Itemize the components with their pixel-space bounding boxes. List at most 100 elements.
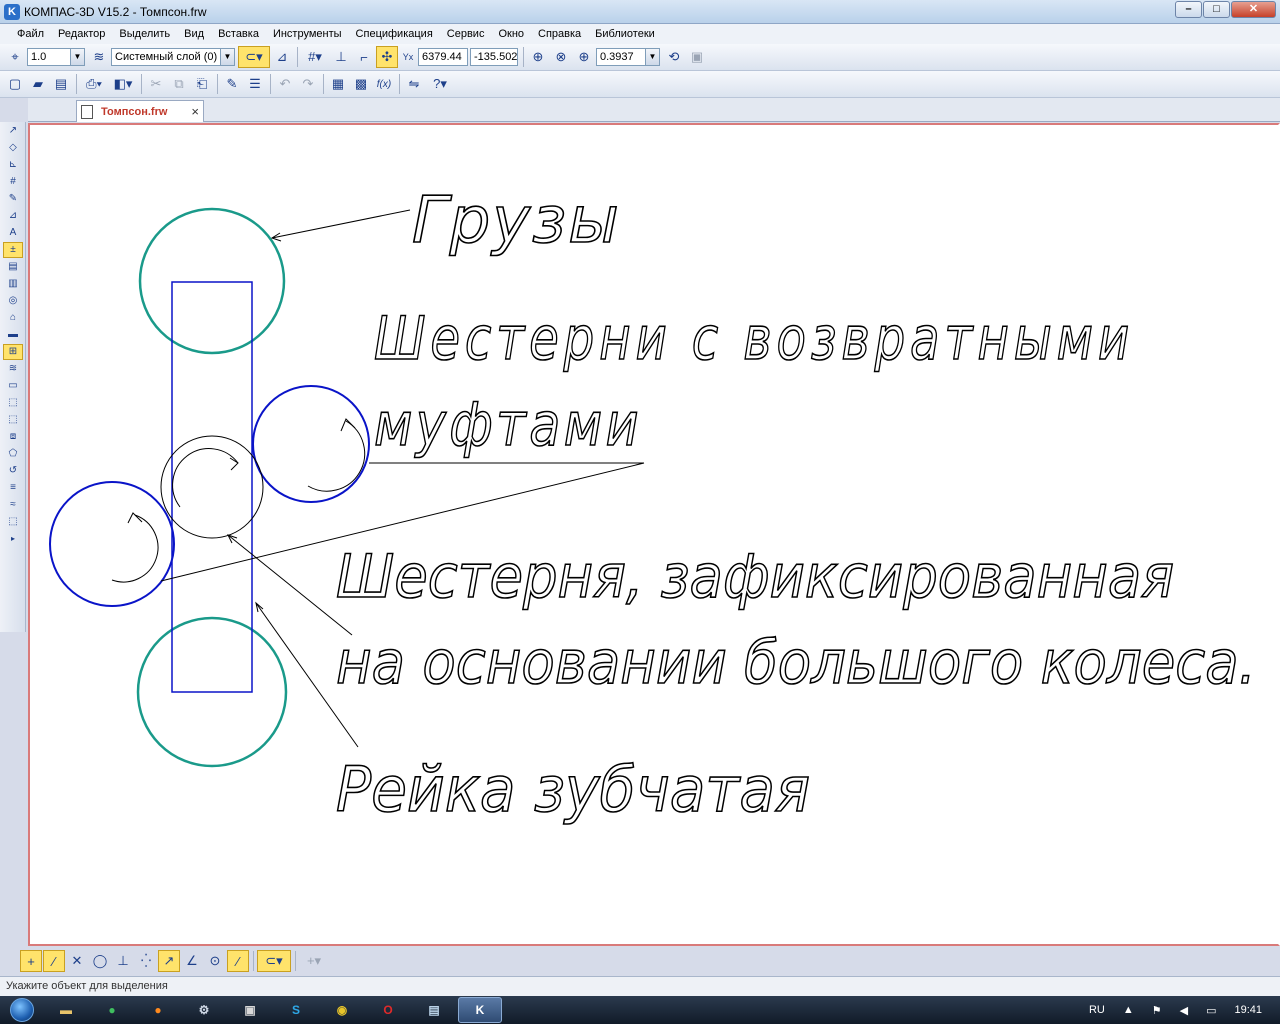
zoom-combo[interactable]: 0.3937 ▼: [596, 48, 660, 66]
redo-icon[interactable]: ↷: [297, 73, 319, 95]
chevron-down-icon[interactable]: ▼: [220, 49, 234, 65]
snap-magnet-icon[interactable]: ⊂▾: [238, 46, 270, 68]
axes-icon[interactable]: ⊥: [330, 46, 352, 68]
hatch-icon[interactable]: #: [3, 174, 23, 190]
close-tab-icon[interactable]: ×: [191, 104, 199, 119]
menu-window[interactable]: Окно: [491, 24, 531, 44]
snap-angle-icon[interactable]: ↗: [158, 950, 180, 972]
snap-point-on-curve-icon[interactable]: ∠: [181, 950, 203, 972]
grid-icon[interactable]: #▾: [301, 46, 329, 68]
document-tab[interactable]: Томпсон.frw ×: [76, 100, 204, 122]
select-cross-icon[interactable]: ⧈: [3, 429, 23, 445]
insert-fragment-icon[interactable]: ⊞: [3, 344, 23, 360]
menu-view[interactable]: Вид: [177, 24, 211, 44]
format-painter-icon[interactable]: ✎: [221, 73, 243, 95]
snap-center-icon[interactable]: ⊙: [204, 950, 226, 972]
undo-icon[interactable]: ↶: [274, 73, 296, 95]
language-indicator[interactable]: RU: [1089, 1004, 1105, 1016]
select-polygon-icon[interactable]: ⬠: [3, 446, 23, 462]
top-weight-circle[interactable]: [138, 207, 286, 355]
view-manager-icon[interactable]: ▣: [686, 46, 708, 68]
chrome-taskbar-icon[interactable]: ◉: [320, 997, 364, 1023]
menu-specification[interactable]: Спецификация: [349, 24, 440, 44]
minimize-button[interactable]: –: [1175, 1, 1202, 18]
reports-icon[interactable]: ▬: [3, 327, 23, 343]
snap-align-icon[interactable]: ⁄: [227, 950, 249, 972]
close-button[interactable]: ✕: [1231, 1, 1276, 18]
start-button[interactable]: [0, 996, 44, 1024]
coord-y-field[interactable]: -135.502: [470, 48, 518, 66]
associative-views-icon[interactable]: ◎: [3, 293, 23, 309]
cursor-step-combo[interactable]: 1.0 ▼: [27, 48, 85, 66]
round-icon[interactable]: ✣: [376, 46, 398, 68]
spec-icon[interactable]: ⌂: [3, 310, 23, 326]
parametrize-icon[interactable]: ±: [3, 242, 23, 258]
panel-expand-icon[interactable]: ▸: [3, 531, 23, 547]
snap-intersection-icon[interactable]: ✕: [66, 950, 88, 972]
select-type-icon[interactable]: ≈: [3, 497, 23, 513]
gear-rack-rect[interactable]: [171, 281, 253, 693]
snap-normal-icon[interactable]: ⊥: [112, 950, 134, 972]
right-gear-circle[interactable]: [252, 385, 370, 503]
snap-settings-magnet-icon[interactable]: ⊂▾: [257, 950, 291, 972]
step-cursor-icon[interactable]: ⌖: [4, 46, 26, 68]
select-window-icon[interactable]: ⬚: [3, 412, 23, 428]
zoom-in-icon[interactable]: ⊕: [573, 46, 595, 68]
dimensions-icon[interactable]: ⊾: [3, 157, 23, 173]
menu-tools[interactable]: Инструменты: [266, 24, 349, 44]
new-document-icon[interactable]: ▢: [4, 73, 26, 95]
opera-taskbar-icon[interactable]: O: [366, 997, 410, 1023]
snap-middle-icon[interactable]: ⁄: [43, 950, 65, 972]
skype-taskbar-icon[interactable]: S: [274, 997, 318, 1023]
layer-combo[interactable]: Системный слой (0) ▼: [111, 48, 235, 66]
convert-icon[interactable]: ⇋: [403, 73, 425, 95]
firefox-taskbar-icon[interactable]: ●: [136, 997, 180, 1023]
help-pointer-icon[interactable]: ?▾: [426, 73, 454, 95]
menu-libraries[interactable]: Библиотеки: [588, 24, 662, 44]
open-folder-icon[interactable]: ▰: [27, 73, 49, 95]
menu-select[interactable]: Выделить: [112, 24, 177, 44]
zoom-all-icon[interactable]: ⊗: [550, 46, 572, 68]
layers-icon[interactable]: ≋: [88, 46, 110, 68]
menu-insert[interactable]: Вставка: [211, 24, 266, 44]
chevron-down-icon[interactable]: ▼: [70, 49, 84, 65]
menu-editor[interactable]: Редактор: [51, 24, 112, 44]
select-all-icon[interactable]: ⬚: [3, 395, 23, 411]
edit-icon[interactable]: ⊿: [3, 208, 23, 224]
volume-icon[interactable]: ◀: [1180, 1004, 1188, 1017]
shapes-icon[interactable]: ◇: [3, 140, 23, 156]
attrs-icon[interactable]: ▭: [3, 378, 23, 394]
clock[interactable]: 19:41: [1234, 1004, 1262, 1016]
refresh-icon[interactable]: ⟲: [663, 46, 685, 68]
properties-icon[interactable]: ☰: [244, 73, 266, 95]
flag-icon[interactable]: ⚑: [1152, 1004, 1162, 1017]
copy-icon[interactable]: ⧉: [168, 73, 190, 95]
menu-file[interactable]: Файл: [10, 24, 51, 44]
terminal-taskbar-icon[interactable]: ▣: [228, 997, 272, 1023]
measure-icon[interactable]: ▤: [3, 259, 23, 275]
preview-icon[interactable]: ◧▾: [109, 73, 137, 95]
menu-service[interactable]: Сервис: [440, 24, 492, 44]
snap-grid-icon[interactable]: ⁛: [135, 950, 157, 972]
coord-x-field[interactable]: 6379.44: [418, 48, 468, 66]
zoom-window-icon[interactable]: ⊕: [527, 46, 549, 68]
network-icon[interactable]: ▭: [1206, 1004, 1216, 1017]
left-gear-circle[interactable]: [49, 481, 175, 607]
print-icon[interactable]: ⎙▾: [80, 73, 108, 95]
explorer-taskbar-icon[interactable]: ▬: [44, 997, 88, 1023]
library-icon[interactable]: ▩: [350, 73, 372, 95]
text-icon[interactable]: A: [3, 225, 23, 241]
paste-icon[interactable]: ⎗: [191, 73, 213, 95]
pen-icon[interactable]: ✎: [3, 191, 23, 207]
local-cs-icon[interactable]: ⊿: [271, 46, 293, 68]
kompas-taskbar-icon[interactable]: K: [458, 997, 502, 1023]
geometry-icon[interactable]: ↗: [3, 123, 23, 139]
chevron-down-icon[interactable]: ▼: [645, 49, 659, 65]
drawing-canvas[interactable]: Грузы Шестерни с возвратными муфтами Шес…: [28, 123, 1280, 946]
maximize-button[interactable]: □: [1203, 1, 1230, 18]
snap-disabled-icon[interactable]: +▾: [299, 950, 329, 972]
deselect-icon[interactable]: ⬚: [3, 514, 23, 530]
settings-taskbar-icon[interactable]: ⚙: [182, 997, 226, 1023]
layers-panel-icon[interactable]: ≋: [3, 361, 23, 377]
fixed-gear-circle[interactable]: [160, 435, 264, 539]
